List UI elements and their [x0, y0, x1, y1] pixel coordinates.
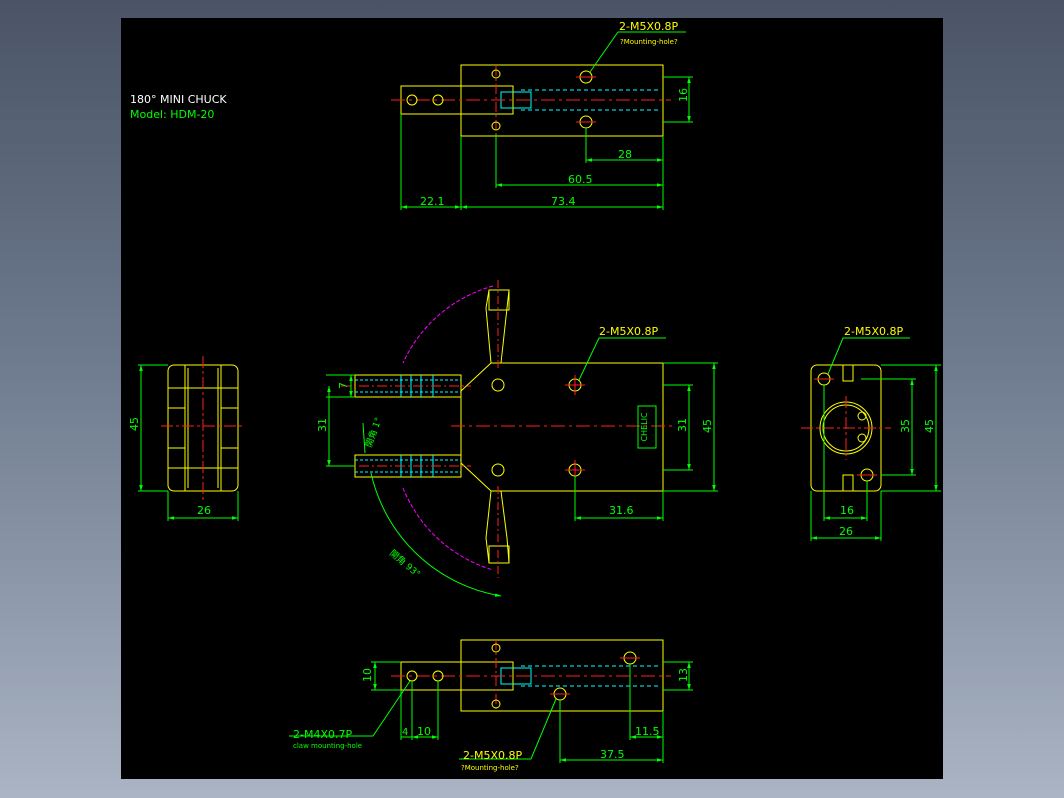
bottom-dim-height-right: 13: [677, 668, 690, 682]
model-label: Model: HDM-20: [130, 108, 214, 121]
front-dim-open: 31: [316, 418, 329, 432]
front-nameplate: CHELIC: [640, 412, 649, 441]
front-angle-small: 開角 1°: [363, 416, 385, 449]
bottom-jaw-note: claw mounting-hole: [293, 742, 362, 750]
bottom-dim-c: 11.5: [635, 725, 660, 738]
bottom-thread-callout: 2-M5X0.8P: [463, 749, 522, 762]
top-dim-c: 22.1: [420, 195, 445, 208]
bottom-jaw-callout: 2-M4X0.7P: [293, 728, 352, 741]
front-dim-outer: 45: [701, 419, 714, 433]
top-dim-a: 28: [618, 148, 632, 161]
bottom-dim-d: 37.5: [600, 748, 625, 761]
bottom-note-callout: ?Mounting-hole?: [461, 764, 519, 772]
front-dim-bottom: 31.6: [609, 504, 634, 517]
bottom-dim-height-left: 10: [361, 668, 374, 682]
top-view: 2-M5X0.8P ?Mounting-hole? 16 28 60.5 22.…: [391, 20, 693, 210]
title-block: 180° MINI CHUCK Model: HDM-20: [130, 93, 227, 121]
left-dim-width: 26: [197, 504, 211, 517]
front-angle-large: 開角 93°: [387, 547, 423, 580]
right-thread-callout: 2-M5X0.8P: [844, 325, 903, 338]
cad-drawing: 180° MINI CHUCK Model: HDM-20 2-M5X0.8P …: [128, 20, 941, 772]
bottom-view: 10 4 10 2-M4X0.7P claw mounting-hole 13 …: [289, 639, 693, 772]
bottom-dim-b: 10: [417, 725, 431, 738]
right-dim-a: 16: [840, 504, 854, 517]
right-view: 2-M5X0.8P 35 45 16 26: [801, 325, 941, 541]
left-dim-height: 45: [128, 417, 141, 431]
right-dim-inner: 35: [899, 419, 912, 433]
top-dim-b: 60.5: [568, 173, 593, 186]
right-dim-b: 26: [839, 525, 853, 538]
top-dim-height: 16: [677, 88, 690, 102]
top-thread-callout: 2-M5X0.8P: [619, 20, 678, 33]
right-dim-outer: 45: [923, 419, 936, 433]
top-dim-d: 73.4: [551, 195, 576, 208]
front-view: CHELIC 開角 1° 開角 93° 2-M5X0.8P 7 31 31 45…: [316, 280, 718, 597]
front-dim-inner: 31: [676, 418, 689, 432]
left-view: 45 26: [128, 356, 245, 521]
front-dim-gap: 7: [337, 382, 350, 389]
bottom-dim-a: 4: [402, 727, 408, 738]
drawing-title: 180° MINI CHUCK: [130, 93, 227, 106]
drawing-canvas: 180° MINI CHUCK Model: HDM-20 2-M5X0.8P …: [121, 18, 943, 779]
front-thread-callout: 2-M5X0.8P: [599, 325, 658, 338]
top-note-callout: ?Mounting-hole?: [620, 38, 678, 46]
